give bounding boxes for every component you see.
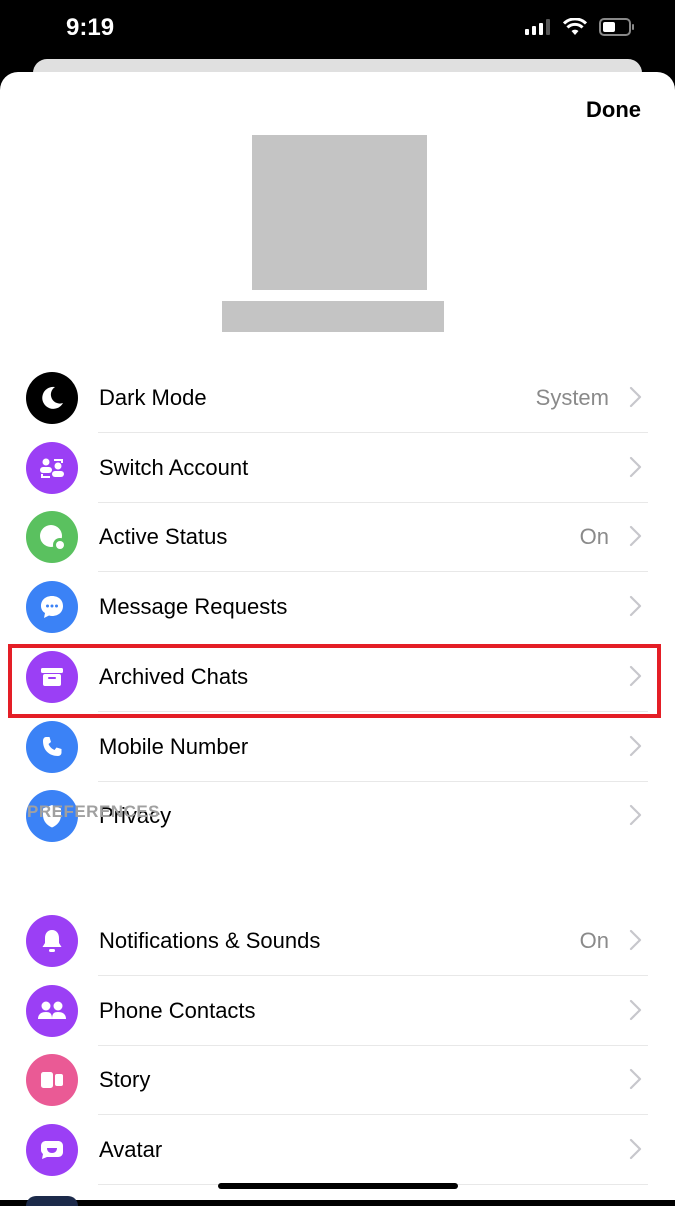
highlight-box	[8, 644, 661, 718]
settings-row-phone-contacts[interactable]: Phone Contacts	[0, 976, 675, 1046]
chat-bubble-icon	[26, 581, 78, 634]
battery-icon	[599, 18, 634, 36]
settings-row-dark-mode[interactable]: Dark Mode System	[0, 363, 675, 433]
settings-row-mobile-number[interactable]: Mobile Number	[0, 712, 675, 782]
chevron-right-icon	[629, 803, 643, 827]
next-item-icon	[26, 1196, 78, 1206]
profile-photo[interactable]	[252, 135, 427, 290]
row-label: Story	[99, 1067, 151, 1093]
settings-row-message-requests[interactable]: Message Requests	[0, 572, 675, 642]
chevron-right-icon	[629, 594, 643, 618]
row-value: On	[579, 524, 609, 550]
chevron-right-icon	[629, 734, 643, 758]
settings-row-story[interactable]: Story	[0, 1045, 675, 1116]
cellular-signal-icon	[525, 19, 550, 35]
story-icon	[26, 1054, 78, 1107]
row-value: On	[579, 928, 609, 953]
settings-row-notifications-sounds[interactable]: Notifications & Sounds On	[0, 906, 675, 976]
switch-account-icon	[26, 441, 78, 494]
home-indicator	[218, 1183, 458, 1189]
row-label: Notifications & Sounds	[99, 928, 321, 953]
status-time: 9:19	[66, 14, 115, 41]
row-label: Avatar	[99, 1137, 163, 1163]
settings-row-avatar[interactable]: Avatar	[0, 1115, 675, 1186]
bell-icon	[26, 915, 78, 967]
row-value: System	[535, 385, 609, 410]
row-label: Phone Contacts	[99, 997, 256, 1023]
row-label: Message Requests	[99, 594, 288, 620]
profile-name	[222, 301, 444, 332]
contacts-icon	[26, 984, 78, 1037]
wifi-icon	[563, 18, 587, 35]
chevron-right-icon	[629, 385, 643, 409]
chevron-right-icon	[629, 1067, 643, 1091]
status-icons	[525, 18, 635, 36]
chevron-right-icon	[629, 1137, 643, 1161]
row-label: Active Status	[99, 524, 228, 550]
row-label: Switch Account	[99, 454, 249, 480]
moon-icon	[26, 372, 78, 424]
settings-row-active-status[interactable]: Active Status On	[0, 502, 675, 573]
phone-icon	[26, 720, 78, 773]
chevron-right-icon	[629, 455, 643, 479]
row-label: Mobile Number	[99, 733, 249, 759]
done-button[interactable]: Done	[586, 97, 641, 123]
active-status-icon	[26, 511, 78, 564]
status-bar: 9:19	[0, 0, 675, 60]
chevron-right-icon	[629, 928, 643, 952]
settings-row-switch-account[interactable]: Switch Account	[0, 433, 675, 503]
chevron-right-icon	[629, 998, 643, 1022]
section-header-preferences: PREFERENCES	[27, 802, 161, 821]
chevron-right-icon	[629, 524, 643, 548]
avatar-icon	[26, 1124, 78, 1177]
row-label: Dark Mode	[99, 385, 207, 410]
